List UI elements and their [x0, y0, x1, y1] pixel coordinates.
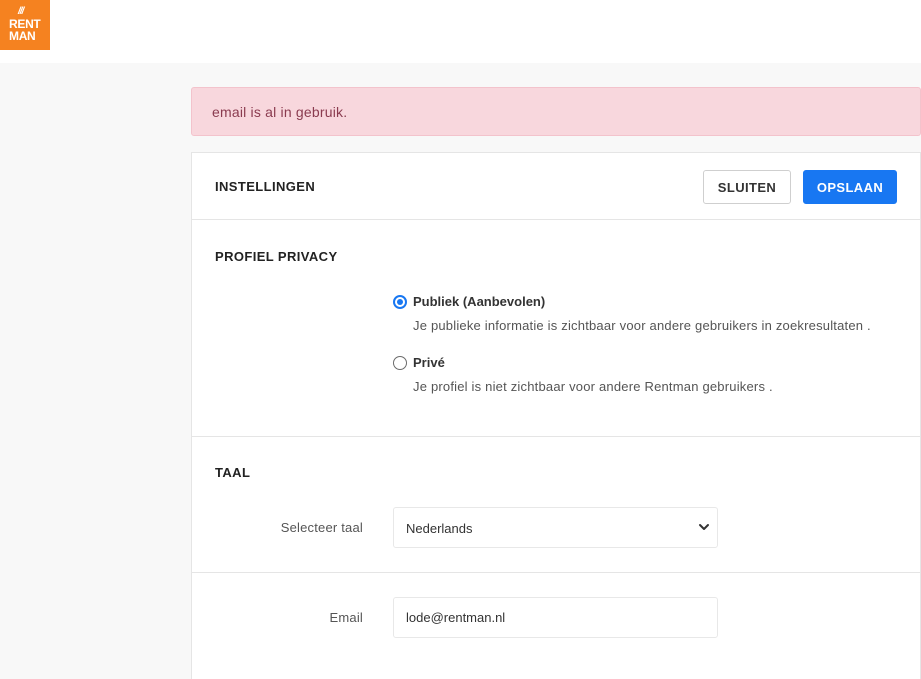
- radio-public-description: Je publieke informatie is zichtbaar voor…: [413, 318, 871, 333]
- logo-stripes-icon: ///: [18, 6, 24, 17]
- radio-public-label[interactable]: Publiek (Aanbevolen): [413, 294, 545, 309]
- language-select[interactable]: Nederlands: [393, 507, 718, 548]
- language-selected-value: Nederlands: [406, 521, 473, 536]
- radio-private-description: Je profiel is niet zichtbaar voor andere…: [413, 379, 773, 394]
- close-button[interactable]: SLUITEN: [703, 170, 791, 204]
- language-select-label: Selecteer taal: [280, 520, 363, 535]
- logo-wordmark: RENT MAN: [9, 18, 43, 42]
- radio-private-label[interactable]: Privé: [413, 355, 445, 370]
- radio-public[interactable]: [393, 295, 407, 309]
- section-divider: [192, 436, 920, 437]
- radio-private[interactable]: [393, 356, 407, 370]
- email-field[interactable]: [393, 597, 718, 638]
- error-alert: email is al in gebruik.: [191, 87, 921, 136]
- section-divider: [192, 572, 920, 573]
- page-title: INSTELLINGEN: [215, 179, 316, 194]
- alert-message: email is al in gebruik.: [212, 104, 348, 120]
- card-header: INSTELLINGEN SLUITEN OPSLAAN: [192, 153, 920, 220]
- privacy-section-title: PROFIEL PRIVACY: [215, 249, 338, 264]
- chevron-down-icon: [699, 524, 709, 530]
- top-bar: /// RENT MAN: [0, 0, 921, 63]
- email-label: Email: [329, 610, 363, 625]
- language-section-title: TAAL: [215, 465, 251, 480]
- logo-line-2: MAN: [9, 29, 36, 43]
- settings-card: INSTELLINGEN SLUITEN OPSLAAN PROFIEL PRI…: [191, 152, 921, 679]
- save-button[interactable]: OPSLAAN: [803, 170, 897, 204]
- rentman-logo[interactable]: /// RENT MAN: [0, 0, 50, 50]
